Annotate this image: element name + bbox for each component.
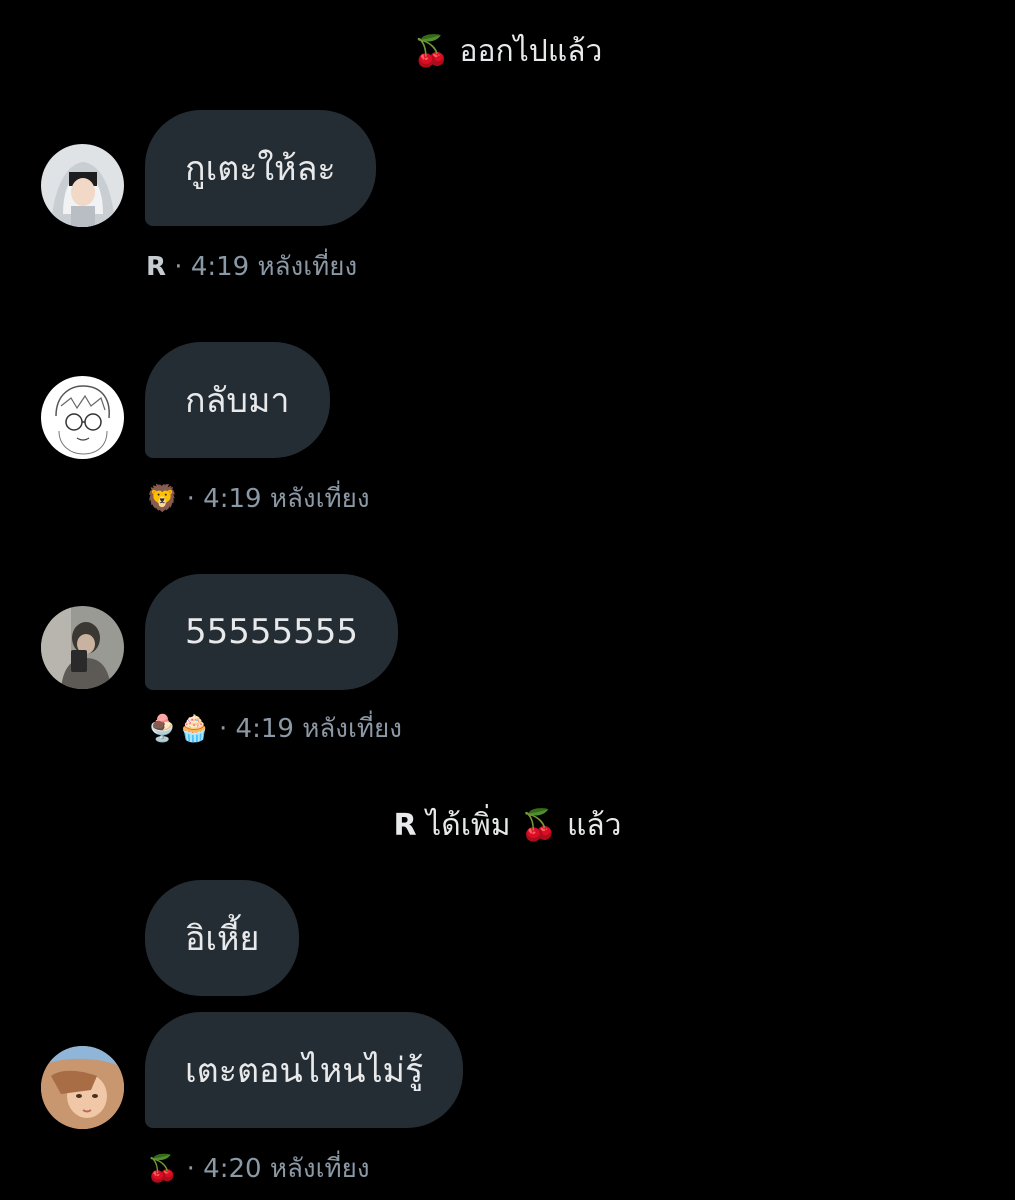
meta-separator: ·	[219, 714, 236, 744]
message-text: กูเตะให้ละ	[185, 149, 336, 189]
cherry-emoji: 🍒	[412, 34, 450, 69]
message-text: เตะตอนไหนไม่รู้	[185, 1051, 424, 1091]
message-meta: 🦁 · 4:19 หลังเที่ยง	[146, 478, 370, 519]
message-bubble[interactable]: เตะตอนไหนไม่รู้	[145, 1012, 464, 1128]
system-message-suffix: แล้ว	[566, 808, 622, 843]
message-bubble[interactable]: 55555555	[145, 574, 399, 690]
message-time: 4:20 หลังเที่ยง	[203, 1154, 370, 1184]
actor-name[interactable]: ꓣ	[393, 808, 416, 843]
avatar[interactable]	[41, 606, 124, 689]
avatar[interactable]	[41, 1046, 124, 1129]
avatar[interactable]	[41, 376, 124, 459]
avatar-portrait-person-icon	[41, 1046, 124, 1129]
message-meta: ꓣ · 4:19 หลังเที่ยง	[146, 246, 357, 287]
message-time: 4:19 หลังเที่ยง	[203, 484, 370, 514]
message-meta: 🍒 · 4:20 หลังเที่ยง	[146, 1148, 370, 1189]
message-time: 4:19 หลังเที่ยง	[235, 714, 402, 744]
sender-name[interactable]: ꓣ	[146, 252, 166, 282]
meta-separator: ·	[186, 484, 204, 514]
system-message-added: ꓣ ได้เพิ่ม 🍒 แล้ว	[0, 802, 1015, 849]
message-text: กลับมา	[185, 381, 290, 421]
message-time: 4:19 หลังเที่ยง	[190, 252, 358, 282]
meta-separator: ·	[186, 1154, 204, 1184]
sender-name[interactable]: 🍨🧁	[146, 714, 211, 744]
system-message-verb: ได้เพิ่ม	[426, 808, 511, 843]
sender-name[interactable]: 🍒	[146, 1154, 178, 1184]
system-message-left: 🍒 ออกไปแล้ว	[0, 28, 1015, 75]
message-text: อิเหี้ย	[185, 919, 260, 959]
message-meta: 🍨🧁 · 4:19 หลังเที่ยง	[146, 708, 402, 749]
avatar-mirror-selfie-icon	[41, 606, 124, 689]
system-message-text: ออกไปแล้ว	[459, 34, 603, 69]
message-bubble[interactable]: กูเตะให้ละ	[145, 110, 376, 226]
message-text: 55555555	[185, 612, 359, 652]
message-bubble[interactable]: กลับมา	[145, 342, 330, 458]
cherry-emoji[interactable]: 🍒	[520, 808, 557, 843]
avatar[interactable]	[41, 144, 124, 227]
message-bubble[interactable]: อิเหี้ย	[145, 880, 300, 996]
avatar-sketch-drawing-icon	[41, 376, 124, 459]
avatar-hoodie-person-icon	[41, 144, 124, 227]
meta-separator: ·	[174, 252, 191, 282]
sender-name[interactable]: 🦁	[146, 484, 178, 514]
